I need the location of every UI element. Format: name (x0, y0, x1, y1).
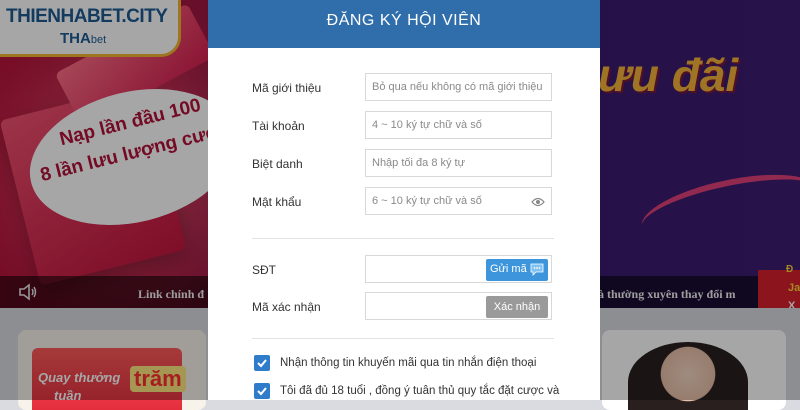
send-code-label: Gửi mã (490, 263, 527, 275)
age-terms-checkbox[interactable] (254, 383, 270, 399)
check-icon (257, 359, 267, 368)
verify-label: Mã xác nhận (252, 300, 321, 314)
account-label: Tài khoản (252, 119, 305, 133)
verify-button[interactable]: Xác nhận (486, 296, 548, 318)
phone-input[interactable] (366, 256, 486, 282)
send-code-button[interactable]: Gửi mã (486, 259, 548, 281)
chat-icon (530, 263, 544, 276)
modal-title: ĐĂNG KÝ HỘI VIÊN (326, 12, 482, 29)
nickname-label: Biệt danh (252, 157, 303, 171)
password-input[interactable] (366, 188, 551, 214)
check-icon (257, 387, 267, 396)
phone-label: SĐT (252, 263, 276, 277)
promo-sms-checkbox[interactable] (254, 355, 270, 371)
referral-field[interactable] (365, 73, 552, 101)
phone-field[interactable]: Gửi mã (365, 255, 552, 283)
register-modal: ĐĂNG KÝ HỘI VIÊN Mã giới thiệu Tài khoản… (208, 0, 600, 400)
nickname-input[interactable] (366, 150, 551, 176)
verify-input[interactable] (366, 293, 486, 319)
referral-label: Mã giới thiệu (252, 81, 322, 95)
promo-sms-label: Nhận thông tin khuyến mãi qua tin nhắn đ… (280, 357, 537, 369)
password-field[interactable] (365, 187, 552, 215)
verify-field[interactable]: Xác nhận (365, 292, 552, 320)
account-field[interactable] (365, 111, 552, 139)
age-terms-label: Tôi đã đủ 18 tuổi , đồng ý tuân thủ quy … (280, 385, 560, 397)
nickname-field[interactable] (365, 149, 552, 177)
referral-input[interactable] (366, 74, 551, 100)
form-divider-2 (252, 338, 554, 339)
password-label: Mật khẩu (252, 195, 302, 209)
eye-icon[interactable] (531, 196, 545, 208)
account-input[interactable] (366, 112, 551, 138)
modal-header: ĐĂNG KÝ HỘI VIÊN (208, 0, 600, 48)
form-divider (252, 238, 554, 239)
